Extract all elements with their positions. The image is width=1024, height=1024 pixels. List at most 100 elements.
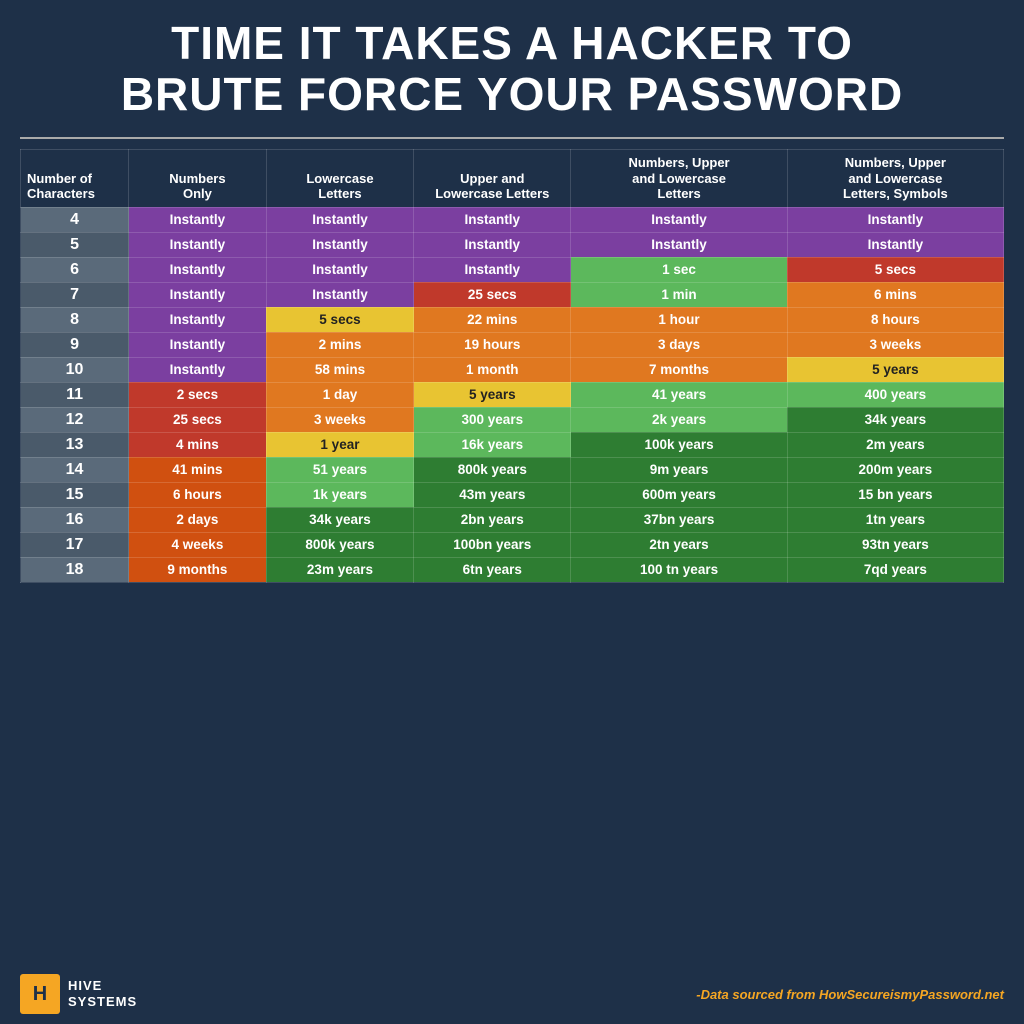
cell-r14-c4: 100 tn years [571,557,787,582]
cell-r12-c3: 2bn years [414,507,571,532]
cell-r4-c5: 8 hours [787,307,1003,332]
cell-r4-c1: Instantly [129,307,267,332]
cell-r11-c5: 15 bn years [787,482,1003,507]
cell-r6-c1: Instantly [129,357,267,382]
cell-r2-c1: Instantly [129,257,267,282]
cell-r4-c2: 5 secs [266,307,413,332]
cell-r14-c2: 23m years [266,557,413,582]
footer: H HIVE SYSTEMS -Data sourced from HowSec… [20,968,1004,1014]
cell-r4-c4: 1 hour [571,307,787,332]
row-chars: 5 [21,232,129,257]
divider [20,137,1004,139]
cell-r10-c1: 41 mins [129,457,267,482]
cell-r13-c3: 100bn years [414,532,571,557]
cell-r1-c5: Instantly [787,232,1003,257]
cell-r2-c2: Instantly [266,257,413,282]
col-header-chars: Number ofCharacters [21,150,129,208]
cell-r7-c5: 400 years [787,382,1003,407]
row-chars: 12 [21,407,129,432]
cell-r11-c1: 6 hours [129,482,267,507]
cell-r12-c5: 1tn years [787,507,1003,532]
cell-r9-c2: 1 year [266,432,413,457]
cell-r3-c5: 6 mins [787,282,1003,307]
cell-r0-c3: Instantly [414,207,571,232]
main-container: TIME IT TAKES A HACKER TO BRUTE FORCE YO… [0,0,1024,1024]
row-chars: 16 [21,507,129,532]
cell-r0-c1: Instantly [129,207,267,232]
cell-r10-c5: 200m years [787,457,1003,482]
col-header-lowercase: LowercaseLetters [266,150,413,208]
row-chars: 11 [21,382,129,407]
data-source: -Data sourced from HowSecureismyPassword… [696,987,1004,1002]
cell-r11-c2: 1k years [266,482,413,507]
cell-r8-c2: 3 weeks [266,407,413,432]
row-chars: 17 [21,532,129,557]
row-chars: 6 [21,257,129,282]
cell-r9-c3: 16k years [414,432,571,457]
cell-r8-c5: 34k years [787,407,1003,432]
row-chars: 15 [21,482,129,507]
cell-r5-c5: 3 weeks [787,332,1003,357]
cell-r13-c2: 800k years [266,532,413,557]
cell-r9-c5: 2m years [787,432,1003,457]
cell-r2-c4: 1 sec [571,257,787,282]
cell-r11-c4: 600m years [571,482,787,507]
cell-r9-c4: 100k years [571,432,787,457]
cell-r3-c2: Instantly [266,282,413,307]
row-chars: 10 [21,357,129,382]
row-chars: 8 [21,307,129,332]
row-chars: 7 [21,282,129,307]
cell-r1-c1: Instantly [129,232,267,257]
cell-r1-c4: Instantly [571,232,787,257]
cell-r14-c5: 7qd years [787,557,1003,582]
table-wrapper: Number ofCharacters NumbersOnly Lowercas… [20,149,1004,968]
cell-r13-c1: 4 weeks [129,532,267,557]
cell-r12-c4: 37bn years [571,507,787,532]
cell-r6-c4: 7 months [571,357,787,382]
cell-r12-c1: 2 days [129,507,267,532]
cell-r6-c2: 58 mins [266,357,413,382]
cell-r10-c2: 51 years [266,457,413,482]
row-chars: 18 [21,557,129,582]
logo: H HIVE SYSTEMS [20,974,137,1014]
cell-r7-c1: 2 secs [129,382,267,407]
row-chars: 4 [21,207,129,232]
cell-r7-c3: 5 years [414,382,571,407]
cell-r13-c4: 2tn years [571,532,787,557]
cell-r6-c5: 5 years [787,357,1003,382]
cell-r3-c4: 1 min [571,282,787,307]
cell-r1-c2: Instantly [266,232,413,257]
cell-r11-c3: 43m years [414,482,571,507]
cell-r3-c3: 25 secs [414,282,571,307]
cell-r8-c3: 300 years [414,407,571,432]
row-chars: 14 [21,457,129,482]
cell-r14-c3: 6tn years [414,557,571,582]
col-header-mixed-case: Upper andLowercase Letters [414,150,571,208]
cell-r0-c2: Instantly [266,207,413,232]
cell-r13-c5: 93tn years [787,532,1003,557]
cell-r0-c4: Instantly [571,207,787,232]
cell-r12-c2: 34k years [266,507,413,532]
cell-r8-c1: 25 secs [129,407,267,432]
cell-r5-c4: 3 days [571,332,787,357]
col-header-all: Numbers, Upperand LowercaseLetters, Symb… [787,150,1003,208]
col-header-numbers: NumbersOnly [129,150,267,208]
cell-r8-c4: 2k years [571,407,787,432]
cell-r6-c3: 1 month [414,357,571,382]
main-title: TIME IT TAKES A HACKER TO BRUTE FORCE YO… [20,18,1004,119]
cell-r10-c4: 9m years [571,457,787,482]
cell-r10-c3: 800k years [414,457,571,482]
cell-r5-c1: Instantly [129,332,267,357]
cell-r14-c1: 9 months [129,557,267,582]
cell-r7-c2: 1 day [266,382,413,407]
row-chars: 13 [21,432,129,457]
password-table: Number ofCharacters NumbersOnly Lowercas… [20,149,1004,583]
col-header-numbers-mixed: Numbers, Upperand LowercaseLetters [571,150,787,208]
cell-r3-c1: Instantly [129,282,267,307]
cell-r0-c5: Instantly [787,207,1003,232]
cell-r4-c3: 22 mins [414,307,571,332]
cell-r7-c4: 41 years [571,382,787,407]
cell-r1-c3: Instantly [414,232,571,257]
cell-r2-c5: 5 secs [787,257,1003,282]
logo-text: HIVE SYSTEMS [68,978,137,1009]
